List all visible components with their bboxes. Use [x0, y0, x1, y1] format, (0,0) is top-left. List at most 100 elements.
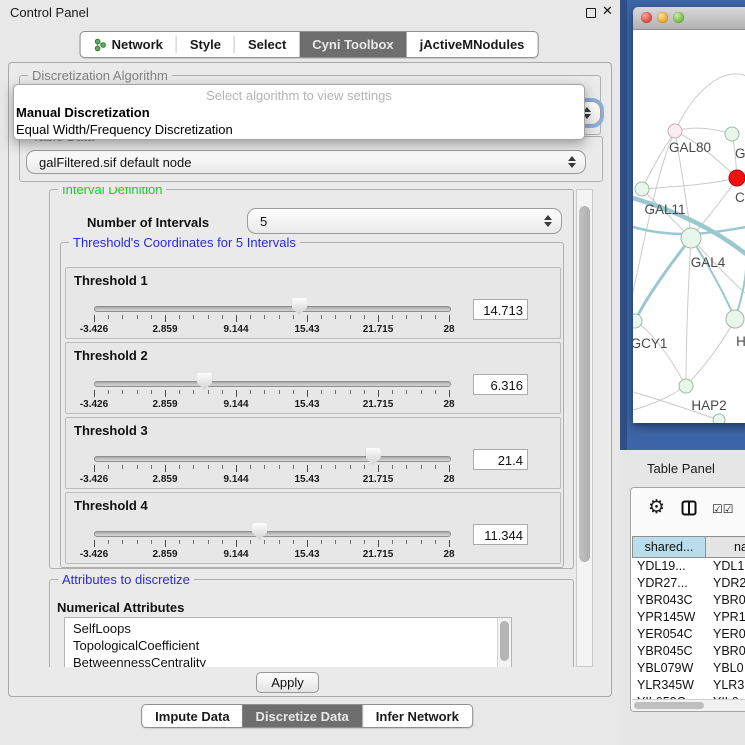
tick-mark: [421, 465, 422, 469]
tab-style[interactable]: Style: [177, 32, 234, 57]
num-intervals-spinner[interactable]: 5: [247, 208, 562, 234]
tick-mark: [94, 465, 95, 472]
list-item[interactable]: SelfLoops: [65, 620, 511, 637]
tick-label: -3.426: [74, 474, 114, 485]
threshold-value-field[interactable]: 14.713: [473, 299, 528, 320]
network-node[interactable]: [633, 314, 642, 328]
table-hscrollbar-thumb[interactable]: [634, 702, 704, 709]
close-icon[interactable]: ✕: [602, 3, 613, 19]
tick-mark: [208, 465, 209, 469]
algorithm-option-equal-width-frequency-discretization[interactable]: Equal Width/Frequency Discretization: [14, 121, 584, 138]
tick-mark: [137, 540, 138, 544]
table-row[interactable]: YBR045CYBR0: [632, 643, 745, 660]
table-row[interactable]: YBR043CYBR0: [632, 592, 745, 609]
numerical-attributes-list[interactable]: SelfLoopsTopologicalCoefficientBetweenne…: [64, 617, 512, 667]
tab-network[interactable]: Network: [81, 32, 176, 57]
slider-thumb[interactable]: [197, 373, 212, 390]
columns-icon[interactable]: [681, 500, 697, 519]
network-node[interactable]: [679, 379, 693, 393]
network-node[interactable]: [681, 228, 701, 248]
list-scrollbar-thumb[interactable]: [500, 621, 509, 661]
gear-icon[interactable]: ⚙: [648, 494, 665, 522]
slider-thumb[interactable]: [252, 523, 267, 540]
list-scrollbar[interactable]: [497, 618, 511, 667]
network-node-label: GAL11: [644, 202, 685, 217]
slider-track[interactable]: [94, 306, 451, 312]
list-item[interactable]: TopologicalCoefficient: [65, 637, 511, 654]
tick-mark: [364, 315, 365, 319]
tab-impute-data[interactable]: Impute Data: [142, 705, 242, 727]
tick-mark: [435, 390, 436, 394]
float-icon[interactable]: [586, 8, 596, 18]
tab-discretize-data[interactable]: Discretize Data: [243, 705, 362, 727]
network-edge: [686, 319, 735, 386]
tick-mark: [179, 540, 180, 544]
network-node[interactable]: [713, 414, 725, 423]
app-root: Control Panel ✕ NetworkStyleSelectCyni T…: [0, 0, 745, 745]
panel-title: Control Panel: [10, 5, 89, 20]
network-edge: [691, 238, 735, 319]
tick-mark: [378, 465, 379, 472]
list-item[interactable]: BetweennessCentrality: [65, 654, 511, 667]
control-panel-tabs: NetworkStyleSelectCyni ToolboxjActiveMNo…: [80, 31, 539, 58]
tick-mark: [179, 390, 180, 394]
network-node[interactable]: [729, 170, 745, 186]
table-row[interactable]: YLR345WYLR3: [632, 677, 745, 694]
tab-infer-network[interactable]: Infer Network: [362, 705, 472, 727]
group-label: Interval Definition: [58, 187, 166, 197]
network-node[interactable]: [668, 124, 682, 138]
tick-mark: [279, 540, 280, 544]
settings-scroll-viewport: Interval Definition Number of Intervals …: [15, 187, 581, 667]
table-row[interactable]: YER054CYER0: [632, 626, 745, 643]
tick-mark: [364, 465, 365, 469]
table-row[interactable]: YDR27...YDR2: [632, 575, 745, 592]
column-header-name[interactable]: na: [706, 536, 745, 558]
tick-mark: [307, 315, 308, 322]
network-node[interactable]: [725, 127, 739, 141]
threshold-value-field[interactable]: 21.4: [473, 449, 528, 470]
tick-mark: [108, 315, 109, 319]
tick-mark: [108, 465, 109, 469]
cell-shared-name: YBL079W: [632, 660, 706, 677]
tab-jactivemnodules[interactable]: jActiveMNodules: [407, 32, 538, 57]
tick-mark: [264, 315, 265, 319]
threshold-value-field[interactable]: 6.316: [473, 374, 528, 395]
zoom-window-button[interactable]: [673, 12, 684, 23]
table-row[interactable]: YPR145WYPR1: [632, 609, 745, 626]
table-hscrollbar[interactable]: [632, 699, 745, 711]
slider-track[interactable]: [94, 381, 451, 387]
network-node[interactable]: [635, 182, 649, 196]
table-row[interactable]: YDL19...YDL1: [632, 558, 745, 575]
checkbox-icons[interactable]: ☑☑: [712, 502, 734, 516]
apply-button[interactable]: Apply: [256, 672, 319, 693]
panel-scrollbar[interactable]: [576, 189, 593, 667]
slider-thumb[interactable]: [366, 448, 381, 465]
panel-scrollbar-thumb[interactable]: [579, 206, 590, 562]
cell-name: YER0: [706, 626, 745, 643]
table-data-combobox[interactable]: galFiltered.sif default node: [26, 150, 586, 174]
network-node[interactable]: [726, 310, 744, 328]
cell-shared-name: YDR27...: [632, 575, 706, 592]
network-node-label: GA: [735, 146, 745, 161]
algorithm-option-manual-discretization[interactable]: Manual Discretization: [14, 104, 584, 121]
threshold-value-field[interactable]: 11.344: [473, 524, 528, 545]
attributes-group: Attributes to discretize Numerical Attri…: [49, 579, 574, 667]
group-label: Attributes to discretize: [58, 572, 194, 587]
tick-mark: [335, 465, 336, 469]
tab-cyni-toolbox[interactable]: Cyni Toolbox: [299, 32, 406, 57]
table-row[interactable]: YBL079WYBL0: [632, 660, 745, 677]
tick-mark: [108, 540, 109, 544]
column-header-shared-name[interactable]: shared...: [632, 536, 706, 558]
slider-track[interactable]: [94, 456, 451, 462]
threshold-list: Threshold 1-3.4262.8599.14415.4321.71528…: [65, 267, 561, 564]
tab-select[interactable]: Select: [235, 32, 299, 57]
network-canvas[interactable]: GAL80GACGAL11GAL4GCY1HHAP2: [633, 30, 745, 423]
cyni-toolbox-content: Discretization Algorithm Select algorith…: [8, 62, 612, 697]
tick-mark: [179, 315, 180, 319]
close-window-button[interactable]: [641, 12, 652, 23]
slider-thumb[interactable]: [292, 298, 307, 315]
tick-mark: [406, 390, 407, 394]
minimize-window-button[interactable]: [657, 12, 668, 23]
slider-track[interactable]: [94, 531, 451, 537]
tick-label: 21.715: [358, 549, 398, 560]
